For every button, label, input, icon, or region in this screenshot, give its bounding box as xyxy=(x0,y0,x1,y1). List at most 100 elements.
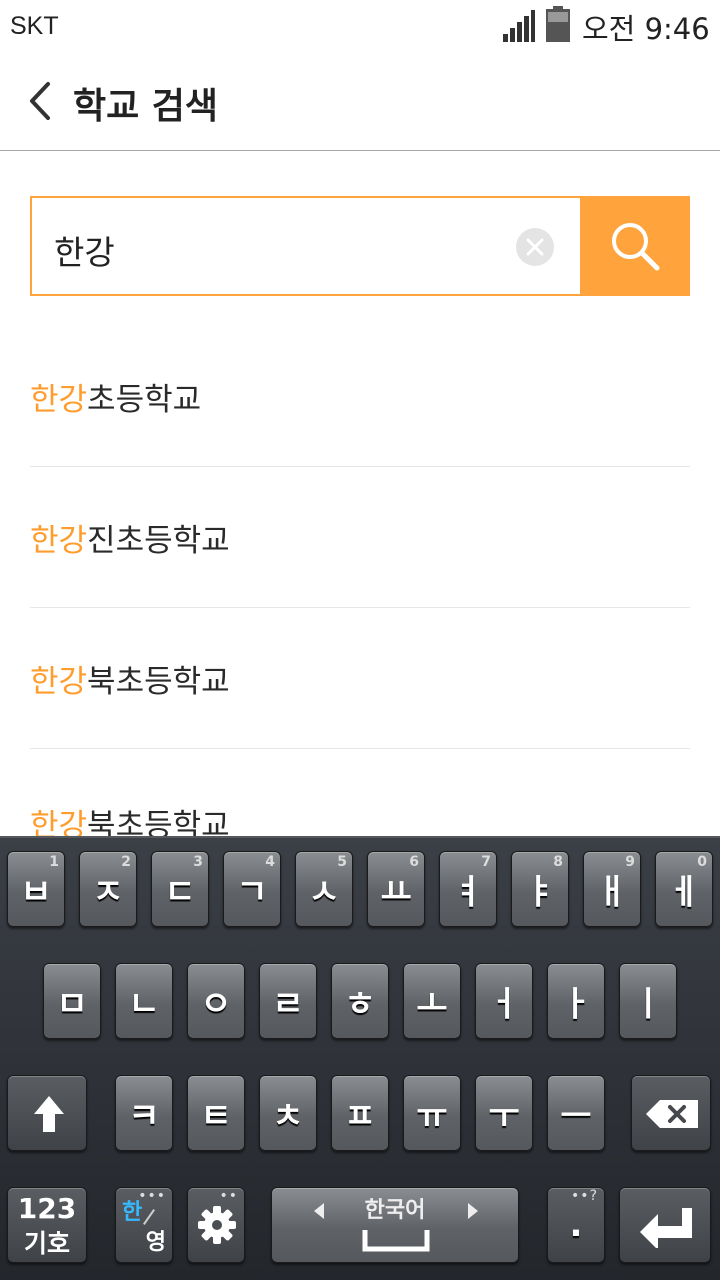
key-i[interactable]: ㅣ xyxy=(619,963,677,1039)
result-item[interactable]: 한강북초등학교 xyxy=(30,608,690,749)
key-yu[interactable]: ㅠ xyxy=(403,1075,461,1151)
key-label: ㅈ xyxy=(92,872,124,913)
backspace-key[interactable] xyxy=(631,1075,711,1151)
key-label: ㅊ xyxy=(272,1096,304,1137)
lang-korean-label: 한 xyxy=(122,1200,143,1225)
key-label: ㅁ xyxy=(56,984,88,1025)
key-s[interactable]: 5ㅅ xyxy=(295,851,353,927)
key-label: ㅐ xyxy=(596,872,628,913)
result-highlight: 한강 xyxy=(30,523,88,559)
key-ch[interactable]: ㅊ xyxy=(259,1075,317,1151)
key-o[interactable]: ㅗ xyxy=(403,963,461,1039)
key-h[interactable]: ㅎ xyxy=(331,963,389,1039)
app-header: 학교 검색 xyxy=(0,50,720,151)
more-dots-icon: ••• xyxy=(138,1188,166,1204)
key-label: ㅎ xyxy=(344,984,376,1025)
search-button[interactable] xyxy=(580,196,690,296)
enter-key[interactable] xyxy=(619,1187,711,1263)
key-label: ㅣ xyxy=(632,984,664,1025)
key-g[interactable]: 4ㄱ xyxy=(223,851,281,927)
shift-icon xyxy=(34,1096,64,1132)
key-label: ㄷ xyxy=(164,872,196,913)
key-label: ㅂ xyxy=(20,872,52,913)
key-label: . xyxy=(569,1205,583,1245)
search-icon xyxy=(612,223,660,271)
symbols-key[interactable]: 123 기호 xyxy=(7,1187,87,1263)
result-item[interactable]: 한강진초등학교 xyxy=(30,467,690,608)
key-label: ㄹ xyxy=(272,984,304,1025)
key-label: ㅗ xyxy=(416,984,448,1025)
key-n[interactable]: ㄴ xyxy=(115,963,173,1039)
search-input[interactable]: 한강 xyxy=(30,196,582,296)
carrier-label: SKT xyxy=(10,12,59,40)
space-language-label: 한국어 xyxy=(364,1198,426,1223)
result-highlight: 한강 xyxy=(30,382,88,418)
soft-keyboard: 1ㅂ 2ㅈ 3ㄷ 4ㄱ 5ㅅ 6ㅛ 7ㅕ 8ㅑ 9ㅐ 0ㅔ ㅁ ㄴ ㅇ ㄹ ㅎ … xyxy=(0,836,720,1280)
result-label: 한강진초등학교 xyxy=(30,515,230,560)
period-key[interactable]: ••? . xyxy=(547,1187,605,1263)
back-arrow-icon[interactable] xyxy=(22,78,62,124)
key-label: ㅑ xyxy=(524,872,556,913)
key-d[interactable]: 3ㄷ xyxy=(151,851,209,927)
backspace-icon xyxy=(646,1100,698,1128)
key-j[interactable]: 2ㅈ xyxy=(79,851,137,927)
gear-icon xyxy=(198,1206,236,1244)
key-eu[interactable]: ㅡ xyxy=(547,1075,605,1151)
key-label: ㅜ xyxy=(488,1096,520,1137)
page-title: 학교 검색 xyxy=(73,86,219,127)
results-list: 한강초등학교 한강진초등학교 한강북초등학교 xyxy=(30,326,690,749)
result-rest: 초등학교 xyxy=(87,382,202,418)
symbols-key-number: 123 xyxy=(17,1192,77,1225)
key-t[interactable]: ㅌ xyxy=(187,1075,245,1151)
result-rest: 진초등학교 xyxy=(87,523,230,559)
status-bar: SKT 오전 9:46 xyxy=(0,0,720,50)
key-label: ㅠ xyxy=(416,1096,448,1137)
clear-button[interactable] xyxy=(516,228,554,266)
search-query[interactable]: 한강 xyxy=(54,226,115,274)
key-yeo[interactable]: 7ㅕ xyxy=(439,851,497,927)
result-item[interactable]: 한강초등학교 xyxy=(30,326,690,467)
key-label: ㅓ xyxy=(488,984,520,1025)
key-e[interactable]: 0ㅔ xyxy=(655,851,713,927)
key-label: ㅍ xyxy=(344,1096,376,1137)
key-a[interactable]: ㅏ xyxy=(547,963,605,1039)
result-label: 한강초등학교 xyxy=(30,374,201,419)
key-u[interactable]: ㅜ xyxy=(475,1075,533,1151)
key-label: ㄱ xyxy=(236,872,268,913)
key-label: ㅛ xyxy=(380,872,412,913)
key-label: ㅡ xyxy=(560,1096,592,1137)
signal-icon xyxy=(503,10,535,42)
settings-key[interactable]: •• xyxy=(187,1187,245,1263)
clear-icon xyxy=(526,238,544,256)
lang-english-label: 영 xyxy=(145,1230,166,1255)
language-toggle-key[interactable]: ••• 한 영 xyxy=(115,1187,173,1263)
key-r[interactable]: ㄹ xyxy=(259,963,317,1039)
key-p[interactable]: ㅍ xyxy=(331,1075,389,1151)
more-dots-icon: •• xyxy=(219,1188,238,1204)
lang-divider xyxy=(143,1209,155,1225)
key-label: ㅏ xyxy=(560,984,592,1025)
clock: 오전 9:46 xyxy=(582,12,710,46)
space-key[interactable]: 한국어 xyxy=(271,1187,519,1263)
result-rest: 북초등학교 xyxy=(87,664,230,700)
key-ae[interactable]: 9ㅐ xyxy=(583,851,641,927)
shift-key[interactable] xyxy=(7,1075,87,1151)
key-ieung[interactable]: ㅇ xyxy=(187,963,245,1039)
key-label: ㄴ xyxy=(128,984,160,1025)
key-yo[interactable]: 6ㅛ xyxy=(367,851,425,927)
key-b[interactable]: 1ㅂ xyxy=(7,851,65,927)
key-ya[interactable]: 8ㅑ xyxy=(511,851,569,927)
arrow-right-icon xyxy=(468,1203,478,1219)
result-label: 한강북초등학교 xyxy=(30,656,230,701)
enter-icon xyxy=(640,1208,692,1248)
space-bar-icon xyxy=(362,1230,430,1252)
key-m[interactable]: ㅁ xyxy=(43,963,101,1039)
key-label: ㅅ xyxy=(308,872,340,913)
key-label: ㅋ xyxy=(128,1096,160,1137)
battery-icon xyxy=(546,6,570,42)
symbols-key-label: 기호 xyxy=(23,1229,70,1258)
key-eo[interactable]: ㅓ xyxy=(475,963,533,1039)
key-k[interactable]: ㅋ xyxy=(115,1075,173,1151)
result-highlight: 한강 xyxy=(30,664,88,700)
key-label: ㅔ xyxy=(668,872,700,913)
